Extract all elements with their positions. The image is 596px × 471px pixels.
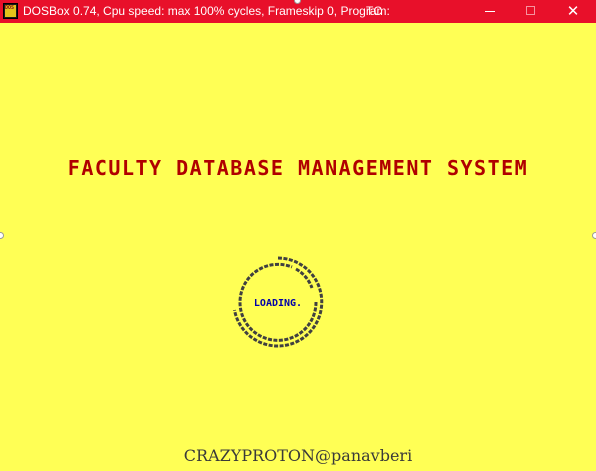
maximize-icon: [526, 6, 535, 15]
dosbox-window: DOS BOX DOSBox 0.74, Cpu speed: max 100%…: [0, 0, 596, 471]
app-heading: FACULTY DATABASE MANAGEMENT SYSTEM: [67, 156, 529, 180]
program-name: TC: [366, 4, 382, 18]
close-button[interactable]: ✕: [550, 0, 596, 23]
resize-handle-right[interactable]: [592, 232, 596, 239]
close-icon: ✕: [566, 2, 580, 20]
maximize-button[interactable]: [508, 0, 554, 23]
footer-credit: CRAZYPROTON@panavberi: [183, 446, 413, 465]
minimize-button[interactable]: [467, 0, 513, 23]
minimize-icon: [485, 11, 495, 12]
dosbox-icon[interactable]: DOS BOX: [3, 3, 18, 19]
window-title: DOSBox 0.74, Cpu speed: max 100% cycles,…: [23, 4, 390, 18]
loading-text: LOADING.: [253, 298, 303, 309]
resize-handle-left[interactable]: [0, 232, 4, 239]
dosbox-icon-label: DOS BOX: [5, 5, 16, 17]
